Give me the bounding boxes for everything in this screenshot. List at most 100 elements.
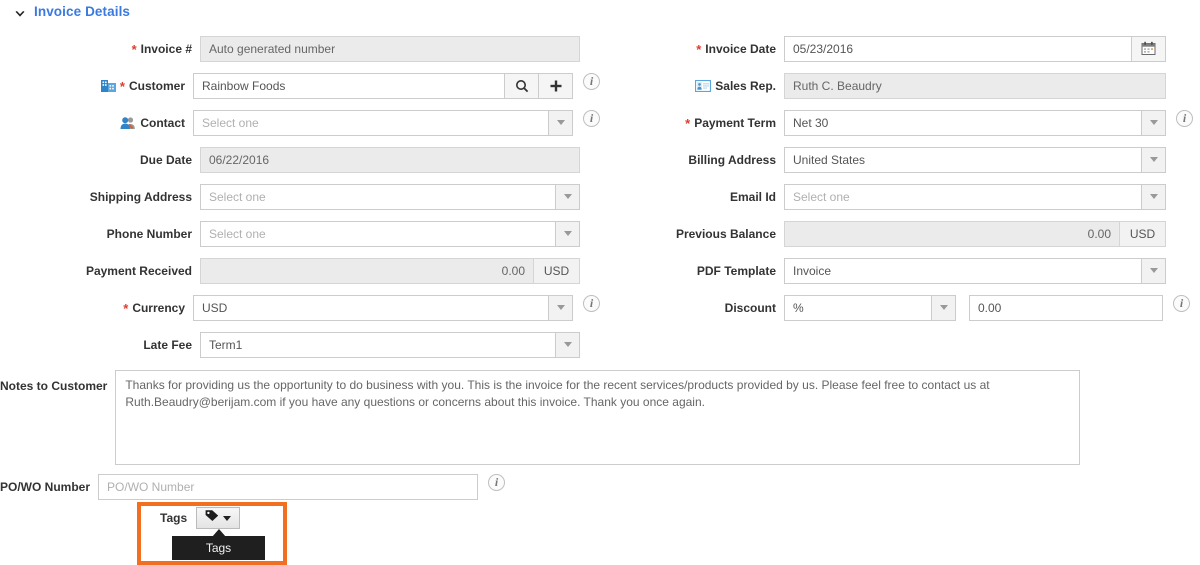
tags-dropdown-button[interactable] [196, 507, 241, 529]
currency-select[interactable]: USD [193, 294, 549, 321]
row-invoice-date: * Invoice Date 05/23/2016 [600, 30, 1200, 67]
sales-rep-input: Ruth C. Beaudry [784, 72, 1166, 99]
field-phone-number: Select one [200, 220, 580, 247]
shipping-address-select[interactable]: Select one [200, 183, 556, 210]
currency-info-icon[interactable]: i [583, 294, 600, 312]
field-payment-term: Net 30 i [784, 109, 1193, 136]
invoice-number-input: Auto generated number [200, 35, 580, 62]
id-badge-icon [695, 79, 712, 92]
chevron-down-icon[interactable] [14, 7, 26, 19]
payment-received-input: 0.00 [200, 257, 534, 284]
label-currency: * Currency [123, 300, 185, 316]
po-wo-number-input[interactable]: PO/WO Number [98, 473, 479, 500]
label-billing-address: Billing Address [688, 152, 776, 167]
required-marker: * [119, 79, 125, 94]
left-column: * Invoice # Auto generated number * Cust… [0, 30, 600, 363]
po-wo-number-info-icon[interactable]: i [488, 473, 506, 491]
field-due-date: 06/22/2016 [200, 146, 580, 173]
previous-balance-currency-unit: USD [1120, 220, 1166, 247]
label-invoice-number: * Invoice # [131, 41, 192, 57]
field-billing-address: United States [784, 146, 1166, 173]
field-invoice-date: 05/23/2016 [784, 35, 1166, 62]
payment-term-dropdown-arrow[interactable] [1142, 109, 1166, 136]
field-currency: USD i [193, 294, 600, 321]
label-due-date: Due Date [139, 152, 192, 167]
caret-down-icon [223, 515, 232, 521]
pdf-template-select[interactable]: Invoice [784, 257, 1142, 284]
field-payment-received: 0.00 USD [200, 257, 580, 284]
contact-info-icon[interactable]: i [583, 109, 600, 127]
field-shipping-address: Select one [200, 183, 580, 210]
notes-to-customer-textarea[interactable]: Thanks for providing us the opportunity … [115, 370, 1081, 465]
label-tags: Tags [160, 511, 188, 525]
page-title: Invoice Details [34, 4, 131, 19]
phone-number-select[interactable]: Select one [200, 220, 556, 247]
discount-amount-input[interactable]: 0.00 [969, 294, 1163, 321]
field-po-wo-number: PO/WO Number i [98, 473, 506, 500]
customer-add-button[interactable] [539, 72, 573, 99]
label-payment-term: * Payment Term [685, 115, 776, 131]
field-email-id: Select one [784, 183, 1166, 210]
row-po-wo-number: PO/WO Number PO/WO Number i [0, 468, 506, 505]
customer-info-icon[interactable]: i [583, 72, 600, 90]
field-late-fee: Term1 [200, 331, 580, 358]
row-previous-balance: Previous Balance 0.00 USD [600, 215, 1200, 252]
currency-dropdown-arrow[interactable] [549, 294, 573, 321]
payment-term-info-icon[interactable]: i [1176, 109, 1193, 127]
field-previous-balance: 0.00 USD [784, 220, 1166, 247]
invoice-date-input[interactable]: 05/23/2016 [784, 35, 1132, 62]
pdf-template-dropdown-arrow[interactable] [1142, 257, 1166, 284]
required-marker: * [685, 116, 691, 131]
billing-address-select[interactable]: United States [784, 146, 1142, 173]
payment-received-currency-unit: USD [534, 257, 580, 284]
email-id-select[interactable]: Select one [784, 183, 1142, 210]
tags-tooltip: Tags [172, 536, 265, 560]
email-id-dropdown-arrow[interactable] [1142, 183, 1166, 210]
late-fee-select[interactable]: Term1 [200, 331, 556, 358]
label-shipping-address: Shipping Address [89, 189, 192, 204]
previous-balance-input: 0.00 [784, 220, 1120, 247]
row-invoice-number: * Invoice # Auto generated number [0, 30, 600, 67]
po-wo-section: PO/WO Number PO/WO Number i [0, 468, 506, 505]
building-icon [100, 79, 116, 93]
row-customer: * Customer Rainbow Foods i [0, 67, 600, 104]
row-currency: * Currency USD i [0, 289, 600, 326]
required-marker: * [696, 42, 702, 57]
label-contact: Contact [0, 116, 193, 130]
customer-search-button[interactable] [505, 72, 539, 99]
field-sales-rep: Ruth C. Beaudry [784, 72, 1166, 99]
field-contact: Select one i [193, 109, 600, 136]
invoice-details-form: Invoice Details * Invoice # Auto generat… [0, 0, 1200, 565]
shipping-address-dropdown-arrow[interactable] [556, 183, 580, 210]
label-payment-received: Payment Received [85, 263, 192, 278]
right-column: * Invoice Date 05/23/2016 Sales Rep. Rut… [600, 30, 1200, 326]
row-due-date: Due Date 06/22/2016 [0, 141, 600, 178]
row-billing-address: Billing Address United States [600, 141, 1200, 178]
notes-section: Notes to Customer Thanks for providing u… [0, 370, 1081, 465]
field-discount: % 0.00 i [784, 294, 1190, 321]
label-po-wo-number: PO/WO Number [0, 479, 91, 494]
label-notes-to-customer: Notes to Customer [0, 379, 108, 393]
row-late-fee: Late Fee Term1 [0, 326, 600, 363]
late-fee-dropdown-arrow[interactable] [556, 331, 580, 358]
row-discount: Discount % 0.00 i [600, 289, 1200, 326]
label-late-fee: Late Fee [143, 337, 192, 352]
row-pdf-template: PDF Template Invoice [600, 252, 1200, 289]
discount-type-dropdown-arrow[interactable] [932, 294, 956, 321]
required-marker: * [131, 42, 137, 57]
row-contact: Contact Select one i [0, 104, 600, 141]
discount-type-select[interactable]: % [784, 294, 932, 321]
section-header[interactable]: Invoice Details [14, 4, 130, 19]
contact-dropdown-arrow[interactable] [549, 109, 573, 136]
billing-address-dropdown-arrow[interactable] [1142, 146, 1166, 173]
label-invoice-date: * Invoice Date [696, 41, 776, 57]
payment-term-select[interactable]: Net 30 [784, 109, 1142, 136]
calendar-icon[interactable] [1132, 35, 1166, 62]
phone-number-dropdown-arrow[interactable] [556, 220, 580, 247]
contact-select[interactable]: Select one [193, 109, 549, 136]
customer-input[interactable]: Rainbow Foods [193, 72, 505, 99]
due-date-input: 06/22/2016 [200, 146, 580, 173]
required-marker: * [123, 301, 129, 316]
discount-info-icon[interactable]: i [1173, 294, 1190, 312]
label-discount: Discount [724, 300, 776, 315]
